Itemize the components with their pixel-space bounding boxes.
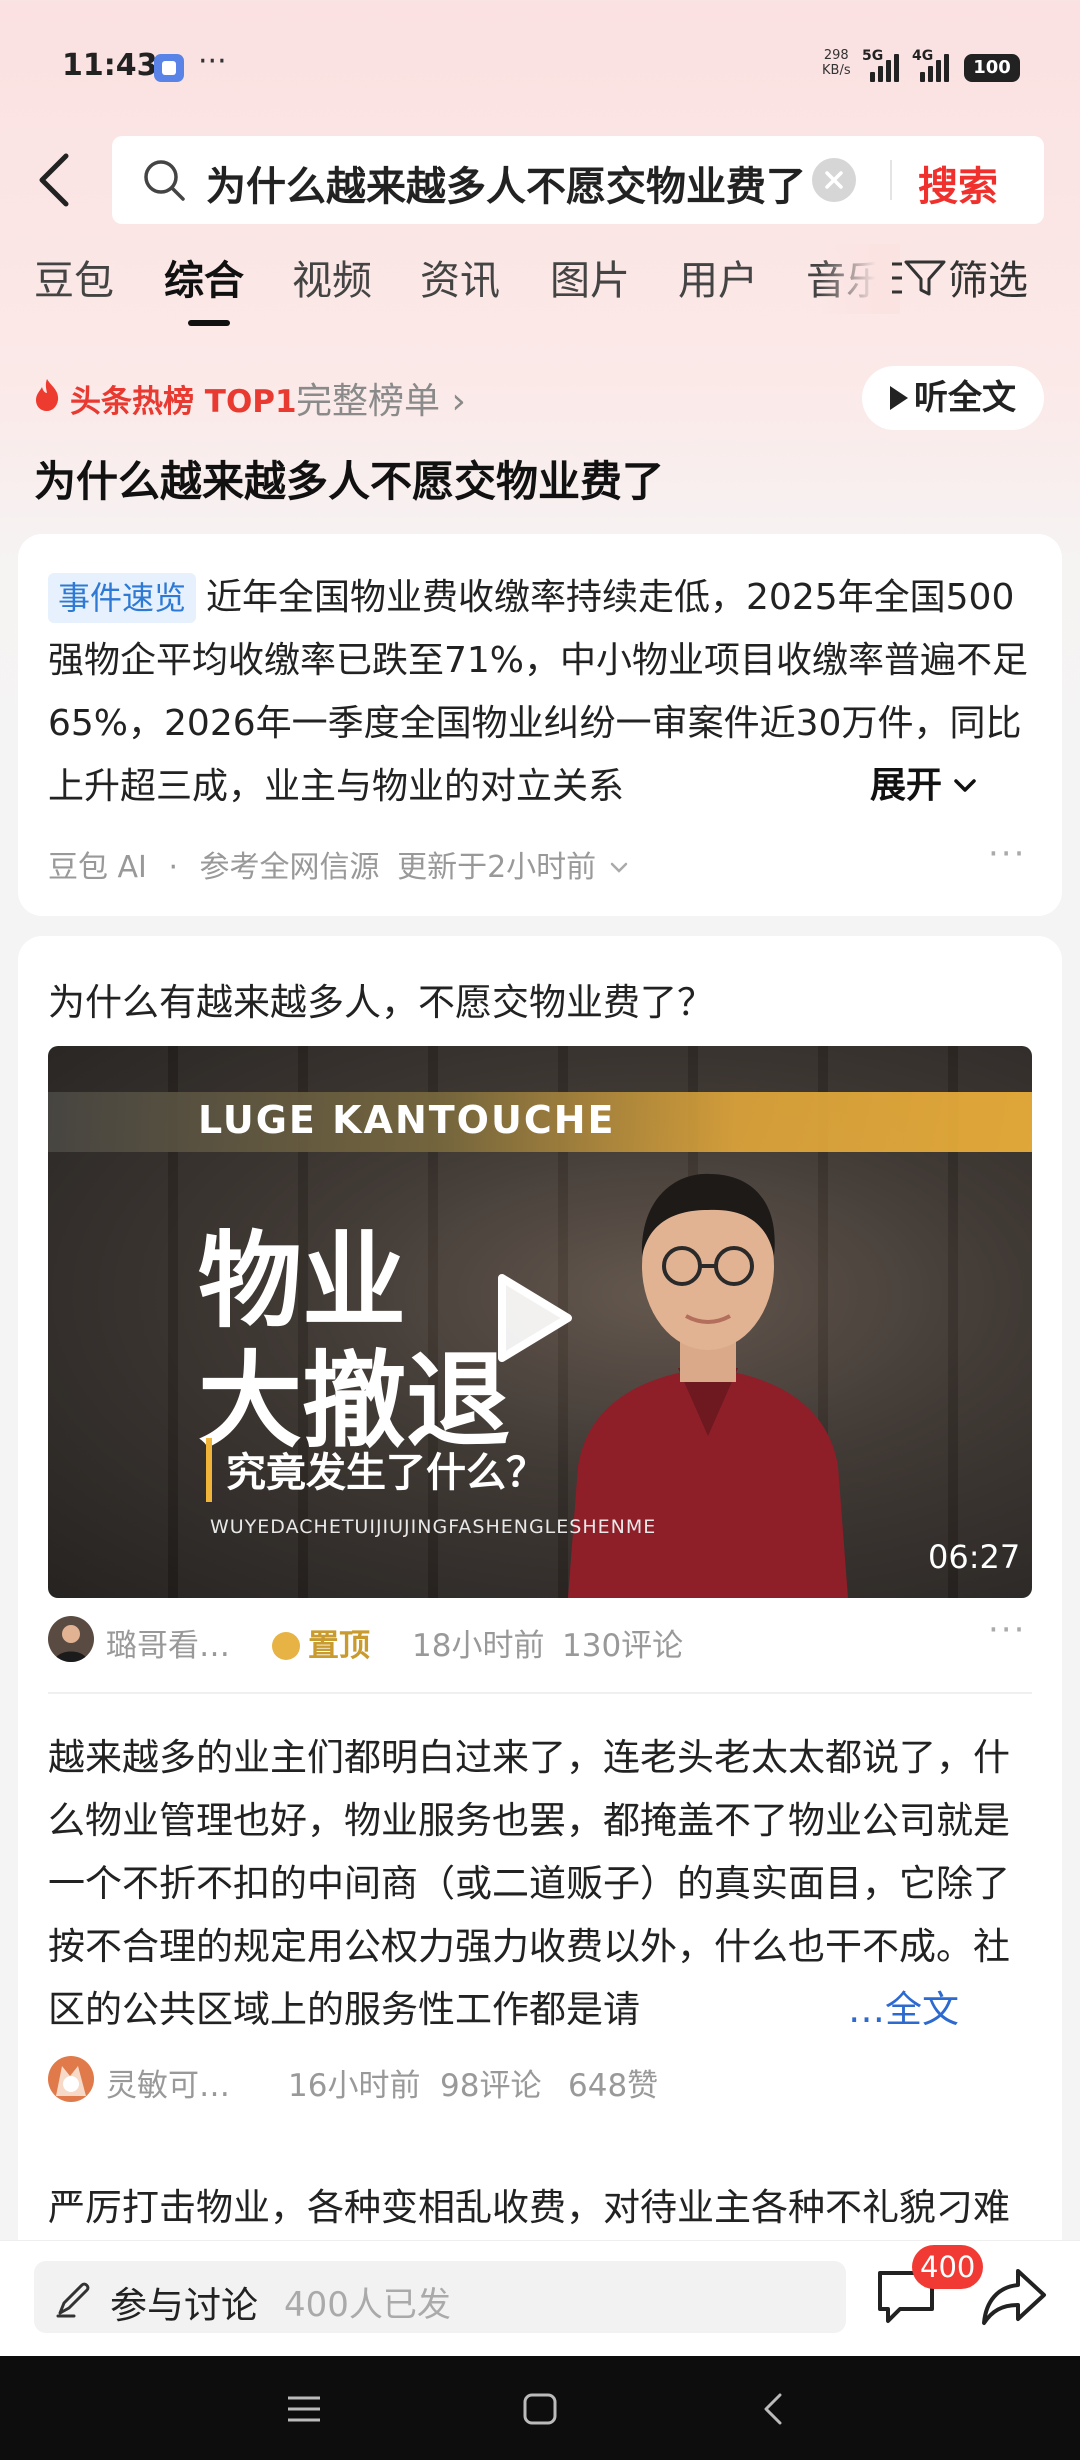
pen-icon bbox=[56, 2282, 90, 2318]
fire-icon bbox=[36, 379, 59, 411]
post-time: 18小时前 bbox=[412, 1628, 545, 1664]
answer-time: 16小时前 bbox=[288, 2068, 421, 2104]
back-arrow-icon bbox=[39, 153, 69, 207]
comment-count-badge: 400 bbox=[912, 2245, 984, 2289]
results-card: 为什么有越来越多人，不愿交物业费了？ LUGE KANTOUCHE 物业 大撤退… bbox=[18, 936, 1062, 2256]
chevron-down-icon bbox=[610, 862, 627, 873]
discuss-count: 400人已发 bbox=[284, 2285, 451, 2325]
summary-source: 豆包 AI bbox=[48, 850, 147, 885]
summary-updated: 更新于2小时前 bbox=[397, 850, 597, 885]
divider bbox=[48, 1692, 1032, 1694]
more-notifications-icon: ··· bbox=[198, 44, 227, 79]
filter-icon bbox=[892, 260, 946, 296]
video-subtitle: 究竟发生了什么？ bbox=[226, 1449, 546, 1496]
post-comments[interactable]: 130评论 bbox=[562, 1620, 683, 1665]
network-speed: 298 KB/s bbox=[822, 48, 851, 78]
play-icon[interactable] bbox=[488, 1268, 578, 1368]
meta-dot: · bbox=[168, 850, 178, 885]
expand-fade bbox=[788, 754, 878, 817]
battery-icon: 100 bbox=[964, 54, 1020, 82]
discuss-label: 参与讨论 bbox=[110, 2284, 258, 2327]
answer-author-avatar[interactable] bbox=[48, 2056, 94, 2102]
answer-comments[interactable]: 98评论 bbox=[440, 2060, 541, 2105]
avatar-icon bbox=[56, 2066, 86, 2096]
play-icon bbox=[890, 386, 908, 410]
pin-icon bbox=[272, 1632, 300, 1660]
tabs-fade bbox=[820, 244, 900, 314]
status-time: 11:43 bbox=[62, 48, 158, 83]
clear-search-button[interactable] bbox=[812, 158, 856, 202]
home-icon[interactable] bbox=[522, 2392, 558, 2426]
hot-list-label: 头条热榜 TOP1 bbox=[70, 384, 297, 420]
author-avatar[interactable] bbox=[48, 1616, 94, 1662]
answer-author-name[interactable]: 灵敏可… bbox=[106, 2060, 230, 2105]
tab-video[interactable]: 视频 bbox=[292, 248, 372, 306]
author-name[interactable]: 璐哥看… bbox=[106, 1620, 230, 1665]
tab-images[interactable]: 图片 bbox=[550, 248, 630, 306]
answer-text-2[interactable]: 严厉打击物业，各种变相乱收费，对待业主各种不礼貌刁难 bbox=[48, 2176, 1032, 2239]
pinned-badge: 置顶 bbox=[272, 1620, 370, 1665]
search-bar[interactable]: 为什么越来越多人不愿交物业费了 搜索 bbox=[112, 136, 1044, 224]
event-summary-card: 事件速览 近年全国物业费收缴率持续走低，2025年全国500强物企平均收缴率已跌至… bbox=[18, 534, 1062, 916]
search-divider bbox=[890, 160, 892, 200]
summary-meta: 豆包 AI · 参考全网信源 更新于2小时前 bbox=[48, 842, 632, 886]
menu-icon[interactable] bbox=[286, 2394, 322, 2424]
signal-icon bbox=[870, 50, 906, 82]
close-icon bbox=[825, 171, 843, 189]
video-accent-bar bbox=[206, 1438, 212, 1502]
chevron-down-icon bbox=[954, 779, 976, 792]
avatar-icon bbox=[54, 1625, 88, 1662]
video-question-title[interactable]: 为什么有越来越多人，不愿交物业费了？ bbox=[48, 972, 714, 1026]
tab-users[interactable]: 用户 bbox=[678, 248, 758, 306]
video-meta-row: 璐哥看… 置顶 18小时前 130评论 ··· bbox=[48, 1610, 1032, 1666]
bottom-bar: 参与讨论 400人已发 400 bbox=[0, 2240, 1080, 2356]
active-tab-indicator bbox=[188, 320, 230, 326]
event-tag: 事件速览 bbox=[48, 573, 197, 623]
answer-likes[interactable]: 648赞 bbox=[568, 2060, 658, 2105]
filter-button[interactable]: 筛选 bbox=[890, 248, 1028, 306]
answer-meta-row: 灵敏可… 16小时前 98评论 648赞 bbox=[48, 2056, 1032, 2106]
status-bar: 11:43 ··· 298 KB/s 5G 4G 100 bbox=[0, 0, 1080, 130]
listen-full-button[interactable]: 听全文 bbox=[862, 366, 1044, 430]
discuss-input[interactable]: 参与讨论 400人已发 bbox=[34, 2261, 846, 2333]
tab-doubao[interactable]: 豆包 bbox=[34, 248, 114, 306]
nav-back-icon[interactable] bbox=[758, 2392, 788, 2426]
system-nav-bar bbox=[0, 2356, 1080, 2460]
video-duration: 06:27 bbox=[928, 1538, 1021, 1576]
post-more-icon[interactable]: ··· bbox=[988, 1610, 1026, 1650]
summary-more-icon[interactable]: ··· bbox=[988, 834, 1026, 874]
search-button[interactable]: 搜索 bbox=[918, 154, 998, 212]
video-player[interactable]: LUGE KANTOUCHE 物业 大撤退 究竟发生了什么？ WUYEDACHE… bbox=[48, 1046, 1032, 1598]
search-icon bbox=[144, 160, 185, 201]
tab-news[interactable]: 资讯 bbox=[420, 248, 500, 306]
search-input[interactable]: 为什么越来越多人不愿交物业费了 bbox=[206, 154, 826, 206]
page-title: 为什么越来越多人不愿交物业费了 bbox=[34, 457, 665, 506]
back-button[interactable] bbox=[30, 140, 80, 220]
tab-comprehensive[interactable]: 综合 bbox=[164, 248, 244, 306]
signal-icon-2 bbox=[920, 50, 956, 82]
summary-ref[interactable]: 参考全网信源 bbox=[200, 850, 380, 885]
expand-all-link[interactable]: …全文 bbox=[848, 1978, 1008, 2041]
video-pinyin: WUYEDACHETUIJIUJINGFASHENGLESHENME bbox=[210, 1516, 657, 1538]
expand-button[interactable]: 展开 bbox=[870, 756, 1030, 816]
share-icon[interactable] bbox=[980, 2265, 1048, 2327]
full-board-link[interactable]: 完整榜单 › bbox=[296, 372, 466, 424]
app-notification-icon bbox=[154, 54, 184, 82]
